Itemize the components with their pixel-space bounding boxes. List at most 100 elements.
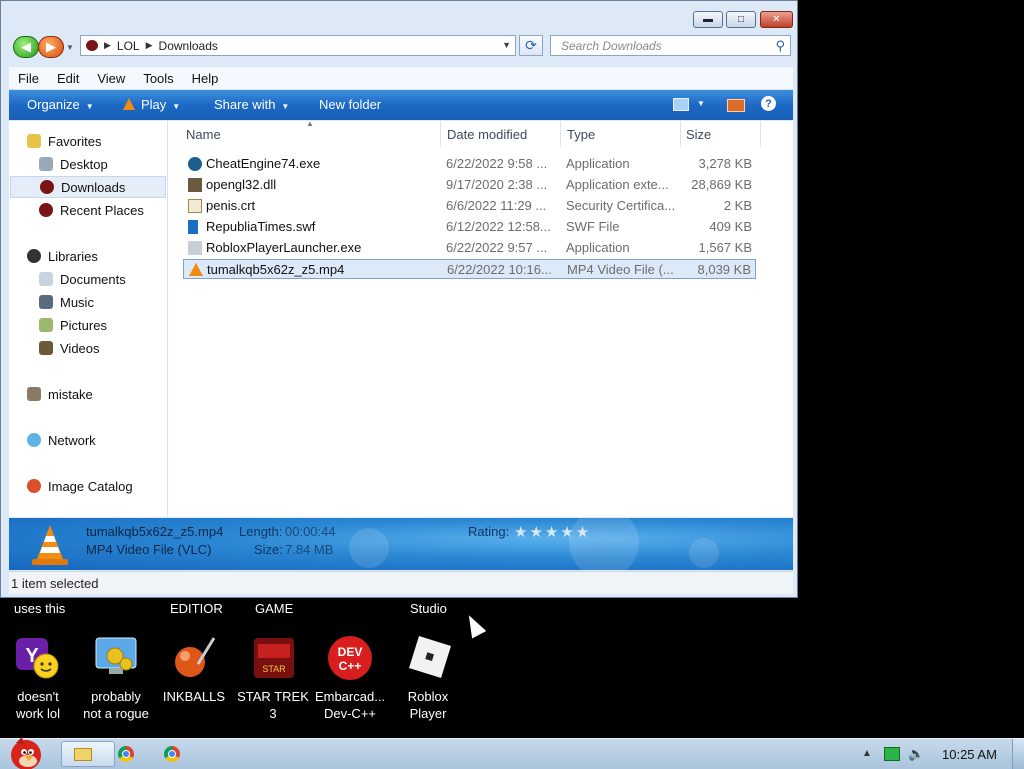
column-header-name[interactable]: Name [186,127,221,142]
back-button[interactable]: ◀ [13,36,39,58]
menu-file[interactable]: File [9,71,48,86]
share-with-button[interactable]: Share with ▼ [214,97,289,112]
documents-icon [39,272,53,286]
column-divider[interactable] [760,121,761,147]
maximize-button[interactable]: □ [726,11,756,28]
star-trek-icon[interactable]: STAR [250,634,298,682]
nav-downloads[interactable]: Downloads [10,176,166,198]
file-date: 6/12/2022 12:58... [446,219,551,234]
column-divider[interactable] [560,121,561,147]
nav-network-label: Network [48,432,96,448]
file-name: penis.crt [206,198,256,213]
file-size: 409 KB [709,219,752,234]
file-row[interactable]: penis.crt 6/6/2022 11:29 ... Security Ce… [183,196,756,216]
details-pane: tumalkqb5x62z_z5.mp4 MP4 Video File (VLC… [9,518,793,570]
dev-cpp-icon[interactable]: DEV C++ [326,634,374,682]
rating-stars[interactable]: ★★★★★ [514,523,591,541]
column-header-date[interactable]: Date modified [447,127,527,142]
desktop-icon-label: STAR TREK 3 [237,689,309,721]
chrome-icon[interactable] [118,746,134,762]
details-length-value: 00:00:44 [285,524,336,539]
preview-pane-icon[interactable] [727,99,745,112]
breadcrumb-chevron-icon[interactable]: ▶ [146,40,153,51]
menu-help[interactable]: Help [183,71,228,86]
new-folder-label: New folder [319,97,382,112]
address-dropdown-icon[interactable]: ▼ [502,40,511,50]
menu-tools[interactable]: Tools [134,71,182,86]
menu-edit[interactable]: Edit [48,71,88,86]
menu-view[interactable]: View [88,71,134,86]
play-button[interactable]: Play ▼ [123,97,180,112]
status-text: 1 item selected [11,576,99,591]
nav-music-label: Music [60,294,94,310]
breadcrumb-downloads[interactable]: Downloads [159,39,218,53]
volume-icon[interactable]: 🔈 [908,746,924,762]
recent-pages-dropdown[interactable]: ▼ [66,43,74,52]
close-button[interactable]: ✕ [760,11,793,28]
minimize-button[interactable]: ▬ [693,11,723,28]
nav-documents-label: Documents [60,271,126,287]
organize-label: Organize [27,97,80,112]
view-options-dropdown[interactable]: ▼ [697,99,705,108]
network-status-icon[interactable] [884,747,900,761]
search-box[interactable]: ⚲ [550,35,791,56]
file-size: 3,278 KB [698,156,753,171]
refresh-button[interactable]: ⟳ [519,35,543,56]
title-bar[interactable]: ▬ □ ✕ [1,1,797,31]
nav-favorites[interactable]: Favorites [27,130,184,152]
file-name: opengl32.dll [206,177,277,192]
file-date: 9/17/2020 2:38 ... [446,177,548,192]
desktop-label-top: Studio [410,601,447,616]
taskbar-explorer-button[interactable] [61,741,115,767]
file-date: 6/6/2022 11:29 ... [446,198,547,213]
yahoo-messenger-icon[interactable]: Y [14,634,62,682]
nav-pictures-label: Pictures [60,317,107,333]
nav-image-catalog-label: Image Catalog [48,478,133,494]
column-header-type[interactable]: Type [567,127,595,142]
chevron-down-icon: ▼ [85,102,94,111]
file-row[interactable]: opengl32.dll 9/17/2020 2:38 ... Applicat… [183,175,756,195]
organize-button[interactable]: Organize ▼ [27,97,94,112]
nav-recent-label: Recent Places [60,202,144,218]
folder-bug-icon [86,40,98,51]
command-bar: Organize ▼ Play ▼ Share with ▼ New folder ▼… [9,90,793,120]
nav-user-folder[interactable]: mistake [27,383,184,405]
desktop-icon-label: INKBALLS [162,689,226,704]
start-button-angry-bird-icon[interactable] [2,733,46,769]
navigation-pane: Favorites Desktop Downloads Recent Place… [9,121,168,517]
show-desktop-button[interactable] [1012,739,1024,769]
file-size: 8,039 KB [697,262,752,277]
decorative-bubble [349,528,389,568]
column-divider[interactable] [680,121,681,147]
search-icon[interactable]: ⚲ [775,38,785,54]
column-header-size[interactable]: Size [686,127,711,142]
nav-network[interactable]: Network [27,429,184,451]
music-icon [39,295,53,309]
inkball-icon[interactable] [170,634,218,682]
file-row[interactable]: CheatEngine74.exe 6/22/2022 9:58 ... App… [183,154,756,174]
file-row[interactable]: RepubliaTimes.swf 6/12/2022 12:58... SWF… [183,217,756,237]
new-folder-button[interactable]: New folder [319,97,381,112]
column-divider[interactable] [440,121,441,147]
image-catalog-icon [27,479,41,493]
taskbar-clock[interactable]: 10:25 AM [942,747,997,762]
show-hidden-icons-icon[interactable]: ▲ [862,748,872,759]
chrome-canary-icon[interactable] [164,746,180,762]
change-view-icon[interactable] [673,98,689,111]
breadcrumb-lol[interactable]: LOL [117,39,140,53]
control-panel-icon[interactable] [93,634,141,682]
nav-videos-label: Videos [60,340,100,356]
file-row-selected[interactable]: tumalkqb5x62z_z5.mp4 6/22/2022 10:16... … [183,259,756,279]
forward-button[interactable]: ▶ [38,36,64,58]
breadcrumb-chevron-icon[interactable]: ▶ [104,40,111,51]
mouse-cursor-icon [461,611,487,639]
nav-libraries[interactable]: Libraries [27,245,184,267]
help-icon[interactable]: ? [761,96,776,111]
address-bar[interactable]: ▶ LOL ▶ Downloads ▼ [80,35,516,56]
network-icon [27,433,41,447]
search-input[interactable] [559,37,763,54]
roblox-studio-icon[interactable] [405,634,453,682]
file-row[interactable]: RobloxPlayerLauncher.exe 6/22/2022 9:57 … [183,238,756,258]
nav-image-catalog[interactable]: Image Catalog [27,475,184,497]
details-file-type: MP4 Video File (VLC) [86,542,212,557]
